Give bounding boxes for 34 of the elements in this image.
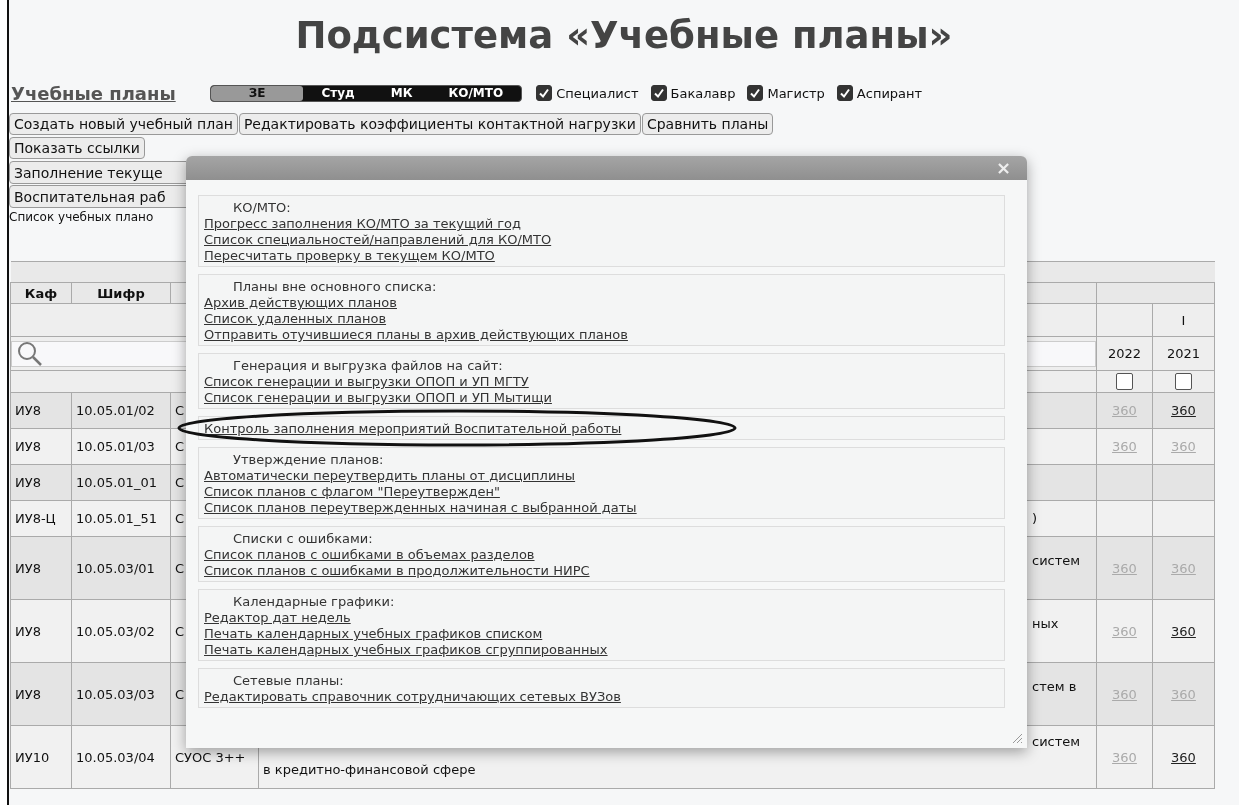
- table-cell: 10.05.03/02: [71, 599, 171, 663]
- table-cell: 10.05.03/04: [71, 725, 171, 789]
- table-cell: ИУ8: [10, 392, 72, 429]
- table-cell: ИУ8: [10, 464, 72, 501]
- column-header: 2022: [1096, 336, 1153, 371]
- table-cell: 10.05.01_01: [71, 464, 171, 501]
- table-cell: ИУ8: [10, 536, 72, 600]
- table-cell: в кредитно-финансовой сфере: [263, 762, 476, 777]
- table-cell: 10.05.03/03: [71, 662, 171, 726]
- table-cell: систем: [1032, 734, 1081, 749]
- checkbox-label: Аспирант: [856, 85, 923, 101]
- table-cell: ИУ8-Ц: [10, 500, 72, 537]
- checkbox-label: Специалист: [556, 85, 639, 101]
- checkbox-label: Бакалавр: [670, 85, 736, 101]
- table-cell: ИУ8: [10, 599, 72, 663]
- table-cell: 10.05.03/01: [71, 536, 171, 600]
- table-cell: ): [1032, 510, 1038, 526]
- column-header: I: [1152, 303, 1215, 337]
- table-cell: ных: [1032, 616, 1059, 631]
- table-cell: ИУ8: [10, 428, 72, 465]
- table-cell: 10.05.01/03: [71, 428, 171, 465]
- group-heading: Планы вне основного списка:: [232, 279, 437, 295]
- checkbox-label: Магистр: [767, 85, 825, 101]
- table-cell: ИУ8: [10, 662, 72, 726]
- table-cell: систем: [1032, 553, 1081, 568]
- table-cell: ИУ10: [10, 725, 72, 789]
- table-cell: 10.05.01/02: [71, 392, 171, 429]
- column-header: Каф: [10, 282, 72, 304]
- group-heading: Генерация и выгрузка файлов на сайт:: [232, 358, 503, 374]
- column-header: 2021: [1152, 336, 1215, 371]
- table-cell: стем в: [1032, 679, 1077, 694]
- list-caption: Список учебных плано: [9, 209, 154, 226]
- page-title: Подсистема «Учебные планы»: [294, 13, 954, 59]
- table-cell: 10.05.01_51: [71, 500, 171, 537]
